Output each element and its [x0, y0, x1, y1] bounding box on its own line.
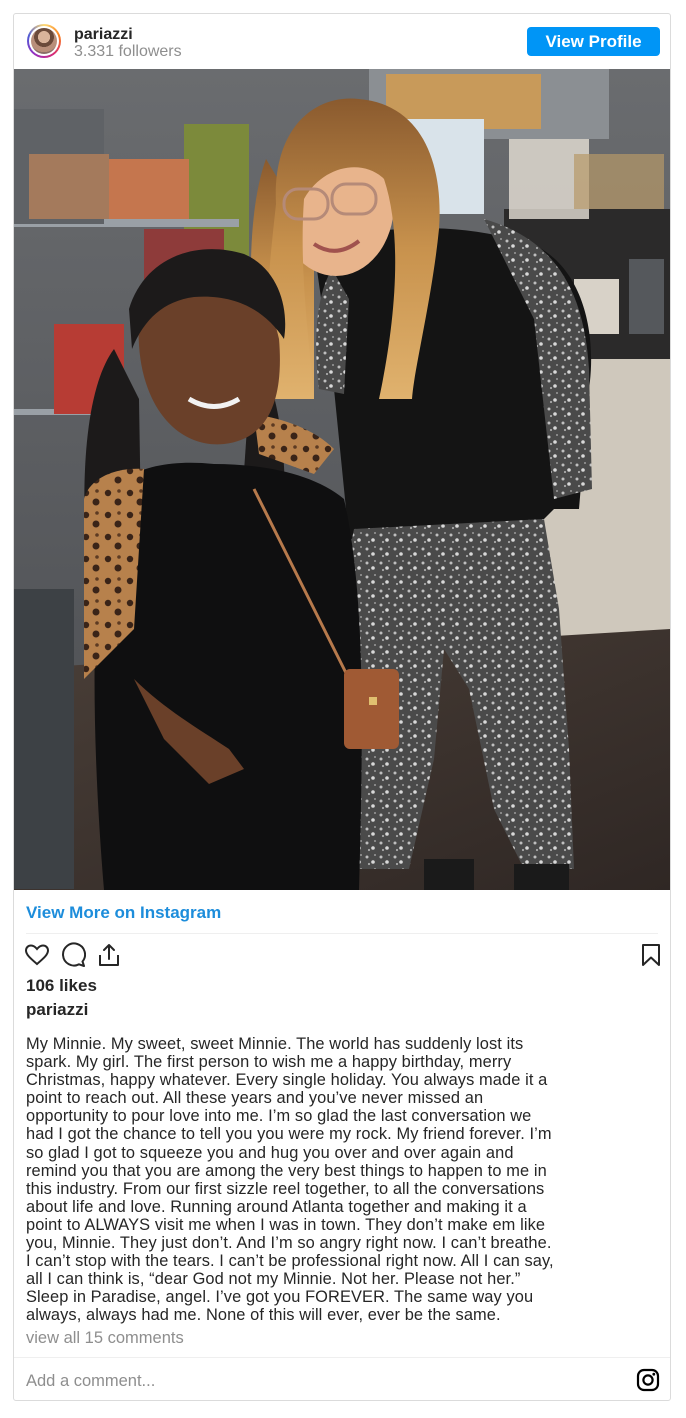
action-bar: [24, 942, 660, 968]
share-icon[interactable]: [96, 942, 122, 968]
post-photo[interactable]: [14, 69, 670, 890]
view-profile-button[interactable]: View Profile: [527, 27, 660, 56]
instagram-embed: pariazzi 3.331 followers View Profile Vi…: [13, 13, 671, 1401]
view-comments-link[interactable]: view all 15 comments: [26, 1329, 184, 1348]
heart-icon[interactable]: [24, 942, 50, 968]
bookmark-icon[interactable]: [638, 942, 664, 968]
divider: [26, 933, 658, 934]
post-author[interactable]: pariazzi: [26, 1000, 88, 1020]
post-photo-image: [14, 69, 670, 890]
instagram-icon[interactable]: [636, 1368, 660, 1392]
post-caption: My Minnie. My sweet, sweet Minnie. The w…: [26, 1035, 554, 1325]
follower-count: 3.331 followers: [74, 43, 182, 60]
like-count[interactable]: 106 likes: [26, 976, 97, 996]
profile-avatar[interactable]: [27, 24, 61, 58]
view-more-link[interactable]: View More on Instagram: [26, 903, 221, 923]
comment-input[interactable]: [26, 1369, 586, 1393]
username[interactable]: pariazzi: [74, 26, 133, 44]
comment-icon[interactable]: [60, 942, 86, 968]
post-header: pariazzi 3.331 followers View Profile: [14, 14, 670, 69]
divider: [14, 1357, 670, 1358]
